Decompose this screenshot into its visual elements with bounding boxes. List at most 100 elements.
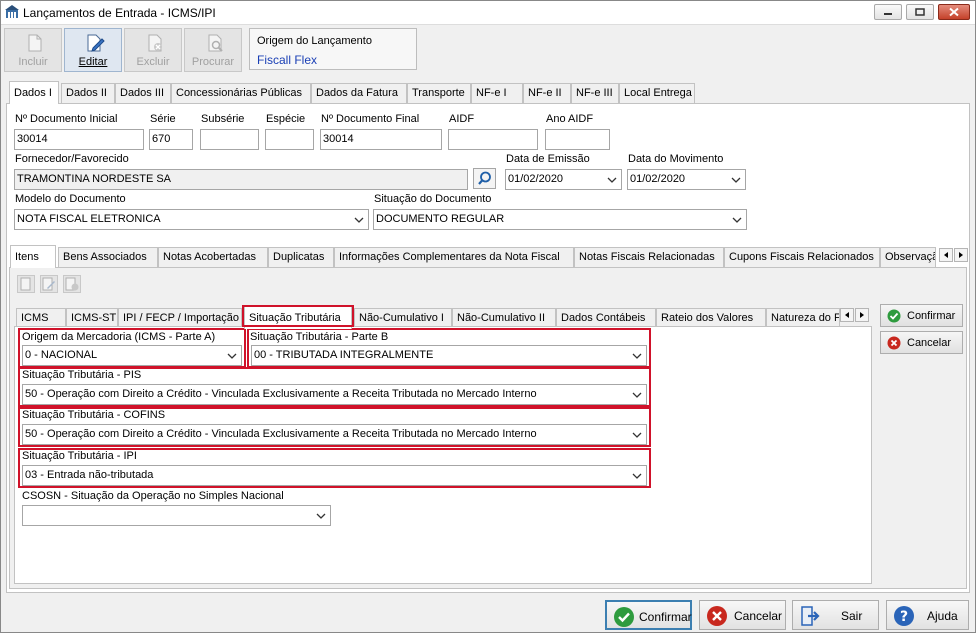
tab-local-entrega[interactable]: Local Entrega (619, 83, 695, 103)
title-bar: Lançamentos de Entrada - ICMS/IPI (1, 1, 975, 25)
chevron-down-icon (632, 432, 642, 438)
editar-button[interactable]: Editar (64, 28, 122, 72)
modelo-label: Modelo do Documento (15, 193, 126, 205)
delete-document-icon (148, 34, 162, 52)
inner-tabs-scroll-left[interactable] (840, 308, 854, 322)
item-delete-button[interactable] (63, 275, 81, 293)
modelo-select[interactable]: NOTA FISCAL ELETRONICA (14, 209, 369, 230)
tabs-scroll-right[interactable] (954, 248, 968, 262)
edit-document-icon (87, 34, 105, 52)
tab-nfe-ii[interactable]: NF-e II (523, 83, 571, 103)
minimize-button[interactable] (874, 4, 902, 20)
main-window: Lançamentos de Entrada - ICMS/IPI Inclui… (0, 0, 976, 633)
chevron-down-icon (732, 217, 742, 223)
sair-button[interactable]: Sair (792, 600, 879, 630)
tab-nfe-iii[interactable]: NF-e III (571, 83, 619, 103)
item-cancelar-button[interactable]: Cancelar (880, 331, 963, 354)
chevron-down-icon (607, 177, 617, 183)
app-icon (5, 5, 19, 18)
cancelar-button[interactable]: Cancelar (699, 600, 786, 630)
pis-select[interactable]: 50 - Operação com Direito a Crédito - Vi… (22, 384, 647, 405)
data-emissao-value: 01/02/2020 (508, 173, 564, 185)
inner-tabs-scroll-right[interactable] (855, 308, 869, 322)
pis-value: 50 - Operação com Direito a Crédito - Vi… (25, 388, 537, 400)
tab-ipi-fecp[interactable]: IPI / FECP / Importação (118, 308, 242, 328)
subserie-input[interactable] (200, 129, 259, 150)
data-movimento-label: Data do Movimento (628, 153, 724, 165)
tab-transporte[interactable]: Transporte (407, 83, 471, 103)
data-movimento-value: 01/02/2020 (630, 173, 686, 185)
tab-notas-acobertadas[interactable]: Notas Acobertadas (158, 247, 268, 267)
close-icon (949, 7, 959, 17)
tab-bens-associados[interactable]: Bens Associados (58, 247, 158, 267)
data-movimento-picker[interactable]: 01/02/2020 (627, 169, 746, 190)
fornecedor-search-button[interactable] (473, 168, 496, 189)
search-document-icon (208, 34, 223, 52)
chevron-down-icon (227, 353, 237, 359)
parte-b-value: 00 - TRIBUTADA INTEGRALMENTE (254, 349, 434, 361)
ajuda-button[interactable]: ? Ajuda (886, 600, 969, 630)
help-icon: ? (894, 606, 914, 626)
tab-icms-st[interactable]: ICMS-ST (66, 308, 118, 328)
delete-item-icon (65, 277, 79, 291)
procurar-button[interactable]: Procurar (184, 28, 242, 72)
aidf-input[interactable] (448, 129, 538, 150)
num-doc-inicial-input[interactable]: 30014 (14, 129, 144, 150)
item-add-button[interactable] (17, 275, 35, 293)
cancel-icon (887, 336, 901, 350)
tab-nao-cumulativo-ii[interactable]: Não-Cumulativo II (452, 308, 556, 328)
tab-dados-fatura[interactable]: Dados da Fatura (311, 83, 407, 103)
tab-highlight-box (242, 305, 354, 327)
tab-rateio-valores[interactable]: Rateio dos Valores (656, 308, 766, 328)
incluir-button[interactable]: Incluir (4, 28, 62, 72)
situacao-select[interactable]: DOCUMENTO REGULAR (373, 209, 747, 230)
origem-mercadoria-select[interactable]: 0 - NACIONAL (22, 345, 242, 366)
chevron-down-icon (632, 353, 642, 359)
excluir-button[interactable]: Excluir (124, 28, 182, 72)
check-icon (887, 309, 901, 323)
origem-mercadoria-label: Origem da Mercadoria (ICMS - Parte A) (22, 331, 216, 343)
item-edit-button[interactable] (40, 275, 58, 293)
close-button[interactable] (938, 4, 970, 20)
confirmar-button[interactable]: Confirmar (605, 600, 692, 630)
parte-b-select[interactable]: 00 - TRIBUTADA INTEGRALMENTE (251, 345, 647, 366)
tab-nao-cumulativo-i[interactable]: Não-Cumulativo I (354, 308, 452, 328)
tab-notas-relacionadas[interactable]: Notas Fiscais Relacionadas (574, 247, 724, 267)
tabs-scroll-left[interactable] (939, 248, 953, 262)
tab-dados-contabeis[interactable]: Dados Contábeis (556, 308, 656, 328)
ano-aidf-input[interactable] (545, 129, 610, 150)
fornecedor-label: Fornecedor/Favorecido (15, 153, 129, 165)
tab-nfe-i[interactable]: NF-e I (471, 83, 523, 103)
fornecedor-input[interactable]: TRAMONTINA NORDESTE SA (14, 169, 468, 190)
origem-mercadoria-value: 0 - NACIONAL (25, 349, 98, 361)
tab-natureza[interactable]: Natureza do F (766, 308, 840, 328)
tab-dados-i[interactable]: Dados I (9, 81, 59, 104)
item-confirmar-button[interactable]: Confirmar (880, 304, 963, 327)
cofins-value: 50 - Operação com Direito a Crédito - Vi… (25, 428, 537, 440)
parte-b-label: Situação Tributária - Parte B (250, 331, 389, 343)
tab-concessionarias[interactable]: Concessionárias Públicas (171, 83, 311, 103)
chevron-down-icon (632, 473, 642, 479)
tab-dados-ii[interactable]: Dados II (61, 83, 115, 103)
tab-duplicatas[interactable]: Duplicatas (268, 247, 334, 267)
ipi-label: Situação Tributária - IPI (22, 450, 137, 462)
especie-input[interactable] (265, 129, 314, 150)
tab-icms[interactable]: ICMS (16, 308, 66, 328)
tab-itens[interactable]: Itens (10, 245, 56, 268)
cofins-label: Situação Tributária - COFINS (22, 409, 166, 421)
tab-observacoes[interactable]: Observaçã (880, 247, 936, 267)
tab-info-complementares[interactable]: Informações Complementares da Nota Fisca… (334, 247, 574, 267)
data-emissao-picker[interactable]: 01/02/2020 (505, 169, 622, 190)
maximize-button[interactable] (906, 4, 934, 20)
svg-text:?: ? (900, 609, 908, 625)
csosn-select[interactable] (22, 505, 331, 526)
pis-label: Situação Tributária - PIS (22, 369, 142, 381)
serie-input[interactable]: 670 (149, 129, 193, 150)
data-emissao-label: Data de Emissão (506, 153, 590, 165)
tab-dados-iii[interactable]: Dados III (115, 83, 171, 103)
cofins-select[interactable]: 50 - Operação com Direito a Crédito - Vi… (22, 424, 647, 445)
num-doc-final-input[interactable]: 30014 (320, 129, 442, 150)
origem-lancamento-box: Origem do Lançamento Fiscall Flex (249, 28, 417, 70)
ipi-select[interactable]: 03 - Entrada não-tributada (22, 465, 647, 486)
tab-cupons-relacionados[interactable]: Cupons Fiscais Relacionados (724, 247, 880, 267)
